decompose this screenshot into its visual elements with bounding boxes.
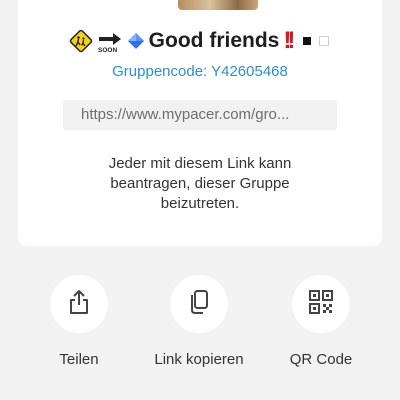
- group-avatar: [178, 0, 258, 10]
- svg-text:SOON: SOON: [98, 47, 117, 53]
- black-square-icon: [301, 35, 313, 47]
- copy-link-action[interactable]: Link kopieren: [139, 275, 259, 368]
- copy-icon: [186, 288, 212, 321]
- double-exclamation-icon: !!: [283, 27, 295, 54]
- qr-code-icon: [308, 289, 334, 320]
- copy-link-label: Link kopieren: [154, 351, 244, 368]
- group-title-row: SOON Good friends !!: [18, 25, 382, 57]
- share-label: Teilen: [59, 351, 99, 368]
- share-icon: [66, 288, 92, 321]
- group-code: Gruppencode: Y42605468: [112, 63, 288, 80]
- soon-arrow-icon: SOON: [97, 29, 123, 53]
- qr-code-action[interactable]: QR Code: [261, 275, 381, 368]
- share-action[interactable]: Teilen: [19, 275, 139, 368]
- qr-code-button[interactable]: [292, 275, 350, 333]
- blue-diamond-icon: [127, 32, 145, 50]
- white-square-icon: [317, 34, 331, 48]
- children-crossing-sign-icon: [69, 29, 93, 53]
- invite-description: Jeder mit diesem Link kann beantragen, d…: [108, 155, 292, 212]
- qr-code-label: QR Code: [289, 351, 353, 368]
- invite-link-field[interactable]: https://www.mypacer.com/gro...: [63, 100, 337, 130]
- share-button[interactable]: [50, 275, 108, 333]
- copy-link-button[interactable]: [170, 275, 228, 333]
- group-name: Good friends: [148, 29, 280, 52]
- group-invite-card: SOON Good friends !! Gruppencode: Y42605…: [18, 0, 382, 246]
